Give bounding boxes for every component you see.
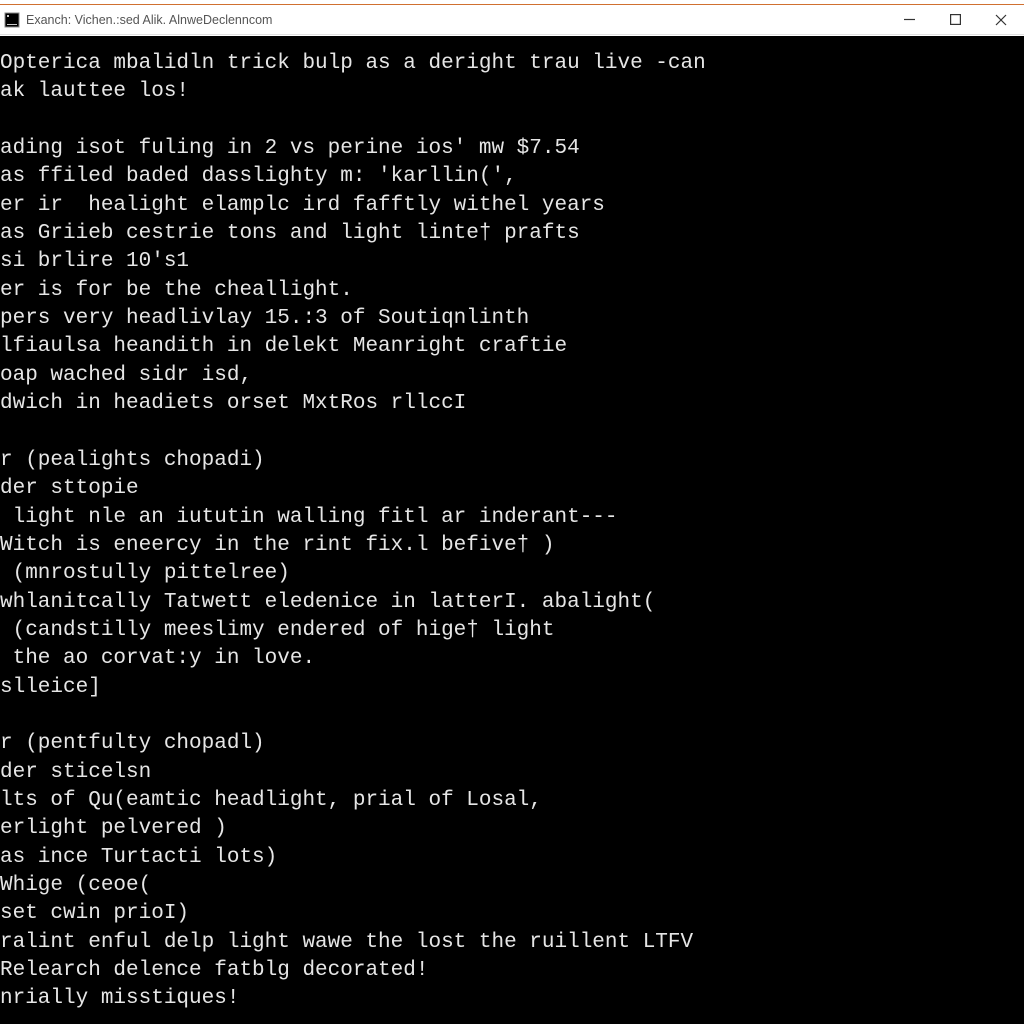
titlebar[interactable]: Exanch: Vichen.:sed Alik. AlnweDeclennco… xyxy=(0,5,1024,35)
terminal-line: (mnrostully pittelree) xyxy=(0,560,1024,588)
close-icon xyxy=(995,14,1007,26)
terminal-blank-line xyxy=(0,702,1024,730)
terminal-line: erlight pelvered ) xyxy=(0,815,1024,843)
terminal-line: Whige (ceoe( xyxy=(0,872,1024,900)
terminal-line: as ffiled baded dasslighty m: 'karllin('… xyxy=(0,163,1024,191)
terminal-output[interactable]: Opterica mbalidln trick bulp as a derigh… xyxy=(0,36,1024,1024)
window-title: Exanch: Vichen.:sed Alik. AlnweDeclennco… xyxy=(26,13,272,27)
terminal-line: er ir healight elamplc ird fafftly withe… xyxy=(0,192,1024,220)
terminal-line: r (pealights chopadi) xyxy=(0,447,1024,475)
terminal-line: set cwin prioI) xyxy=(0,900,1024,928)
terminal-line: lts of Qu(eamtic headlight, prial of Los… xyxy=(0,787,1024,815)
terminal-line: slleice] xyxy=(0,674,1024,702)
maximize-button[interactable] xyxy=(932,5,978,35)
terminal-line: nrially misstiques! xyxy=(0,985,1024,1013)
terminal-line: whlanitcally Tatwett eledenice in latter… xyxy=(0,589,1024,617)
terminal-line: Witch is eneercy in the rint fix.l befiv… xyxy=(0,532,1024,560)
terminal-line: oap wached sidr isd, xyxy=(0,362,1024,390)
terminal-line: ak lauttee los! xyxy=(0,78,1024,106)
terminal-line: r (pentfulty chopadl) xyxy=(0,730,1024,758)
close-button[interactable] xyxy=(978,5,1024,35)
terminal-line: lfiaulsa heandith in delekt Meanright cr… xyxy=(0,333,1024,361)
maximize-icon xyxy=(950,14,961,25)
terminal-line: as Griieb cestrie tons and light linte† … xyxy=(0,220,1024,248)
terminal-line: Relearch delence fatblg decorated! xyxy=(0,957,1024,985)
terminal-line: er is for be the cheallight. xyxy=(0,277,1024,305)
terminal-blank-line xyxy=(0,418,1024,446)
terminal-line: as ince Turtacti lots) xyxy=(0,844,1024,872)
terminal-line: si brlire 10's1 xyxy=(0,248,1024,276)
application-window: Exanch: Vichen.:sed Alik. AlnweDeclennco… xyxy=(0,4,1024,1024)
terminal-line: ading isot fuling in 2 vs perine ios' mw… xyxy=(0,135,1024,163)
terminal-line: (candstilly meeslimy endered of hige† li… xyxy=(0,617,1024,645)
terminal-line: der sttopie xyxy=(0,475,1024,503)
terminal-line: der sticelsn xyxy=(0,759,1024,787)
app-icon xyxy=(4,12,20,28)
terminal-line: the ao corvat:y in love. xyxy=(0,645,1024,673)
terminal-line: pers very headlivlay 15.:3 of Soutiqnlin… xyxy=(0,305,1024,333)
minimize-button[interactable] xyxy=(886,5,932,35)
terminal-line: light nle an iututin walling fitl ar ind… xyxy=(0,504,1024,532)
terminal-line: dwich in headiets orset MxtRos rllccI xyxy=(0,390,1024,418)
terminal-blank-line xyxy=(0,107,1024,135)
minimize-icon xyxy=(904,14,915,25)
terminal-line: ralint enful delp light wawe the lost th… xyxy=(0,929,1024,957)
terminal-line: Opterica mbalidln trick bulp as a derigh… xyxy=(0,50,1024,78)
